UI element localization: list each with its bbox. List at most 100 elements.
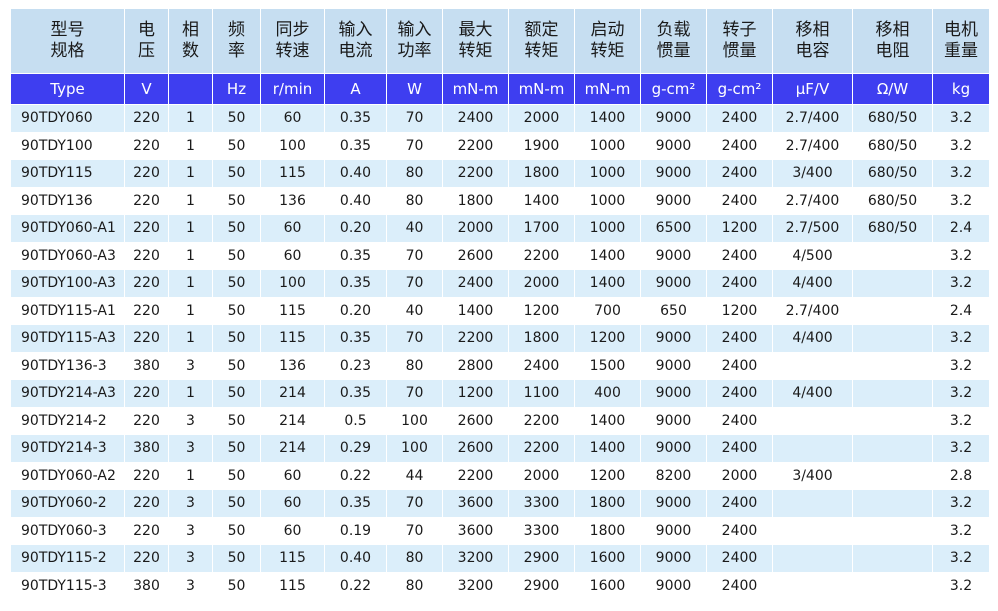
table-cell <box>852 406 933 435</box>
table-row: 90TDY060-2 220 3 50 60 0.35 70 3600 3300 1800 9000… <box>10 489 990 518</box>
table-cell: 2200 <box>508 241 575 270</box>
table-cell: 2000 <box>508 104 575 133</box>
table-cell: 3.2 <box>932 269 990 298</box>
table-row: 90TDY115-A1 220 1 50 115 0.20 40 1400 1200 700 650… <box>10 296 990 325</box>
model-cell: 90TDY214-3 <box>10 434 125 463</box>
table-cell: 1200 <box>574 324 641 353</box>
table-cell: 1600 <box>574 571 641 600</box>
table-cell: 4/500 <box>772 241 853 270</box>
table-cell: 2400 <box>706 324 773 353</box>
table-cell: 214 <box>260 379 325 408</box>
table-cell: 2400 <box>706 489 773 518</box>
table-cell: 214 <box>260 406 325 435</box>
table-cell: 220 <box>124 296 169 325</box>
table-cell: 100 <box>260 131 325 160</box>
table-row: 90TDY136 220 1 50 136 0.40 80 1800 1400 1000 9000 2… <box>10 186 990 215</box>
table-cell <box>772 489 853 518</box>
table-row: 90TDY214-A3 220 1 50 214 0.35 70 1200 1100 400 900… <box>10 379 990 408</box>
table-cell: 2400 <box>706 544 773 573</box>
table-cell: 2400 <box>442 269 509 298</box>
table-cell: 0.40 <box>324 544 387 573</box>
table-cell: 680/50 <box>852 159 933 188</box>
table-cell: 115 <box>260 159 325 188</box>
table-cell: 3.2 <box>932 241 990 270</box>
column-header-unit <box>168 73 213 105</box>
table-cell: 0.40 <box>324 159 387 188</box>
table-cell: 2200 <box>442 159 509 188</box>
table-cell: 80 <box>386 544 443 573</box>
table-cell: 3 <box>168 351 213 380</box>
table-cell: 70 <box>386 241 443 270</box>
table-cell <box>772 571 853 600</box>
column-header-cn: 输入 电流 <box>324 8 387 74</box>
table-cell: 1400 <box>574 104 641 133</box>
table-cell: 3200 <box>442 544 509 573</box>
table-cell: 220 <box>124 516 169 545</box>
table-cell: 0.35 <box>324 324 387 353</box>
table-cell <box>772 406 853 435</box>
table-cell: 0.35 <box>324 241 387 270</box>
table-cell: 70 <box>386 131 443 160</box>
table-cell: 60 <box>260 241 325 270</box>
table-cell: 50 <box>212 269 261 298</box>
table-cell: 1 <box>168 131 213 160</box>
table-cell: 220 <box>124 269 169 298</box>
table-cell: 50 <box>212 159 261 188</box>
table-cell: 2600 <box>442 434 509 463</box>
table-cell: 50 <box>212 214 261 243</box>
table-cell: 2.7/400 <box>772 104 853 133</box>
table-cell: 0.35 <box>324 269 387 298</box>
table-cell: 1800 <box>574 516 641 545</box>
table-cell: 9000 <box>640 159 707 188</box>
table-cell: 2400 <box>706 241 773 270</box>
table-cell: 80 <box>386 159 443 188</box>
column-header-unit: mN-m <box>508 73 575 105</box>
table-cell: 6500 <box>640 214 707 243</box>
table-cell: 0.19 <box>324 516 387 545</box>
model-cell: 90TDY115-2 <box>10 544 125 573</box>
table-row: 90TDY060-3 220 3 50 60 0.19 70 3600 3300 1800 9000… <box>10 516 990 545</box>
table-cell: 220 <box>124 489 169 518</box>
table-cell: 70 <box>386 489 443 518</box>
model-cell: 90TDY100 <box>10 131 125 160</box>
table-cell: 70 <box>386 516 443 545</box>
table-cell: 1 <box>168 296 213 325</box>
table-cell: 1 <box>168 461 213 490</box>
table-row: 90TDY060-A3 220 1 50 60 0.35 70 2600 2200 1400 900… <box>10 241 990 270</box>
table-cell: 2.7/400 <box>772 131 853 160</box>
table-cell: 50 <box>212 406 261 435</box>
table-cell: 9000 <box>640 351 707 380</box>
model-cell: 90TDY060-2 <box>10 489 125 518</box>
table-cell: 3.2 <box>932 406 990 435</box>
table-cell: 9000 <box>640 571 707 600</box>
table-cell <box>852 461 933 490</box>
table-cell: 3 <box>168 544 213 573</box>
table-cell: 0.40 <box>324 186 387 215</box>
table-cell: 1 <box>168 186 213 215</box>
table-cell: 1 <box>168 159 213 188</box>
column-header-cn: 同步 转速 <box>260 8 325 74</box>
table-cell: 70 <box>386 104 443 133</box>
table-cell <box>772 434 853 463</box>
table-cell: 136 <box>260 351 325 380</box>
table-cell: 220 <box>124 104 169 133</box>
table-cell: 220 <box>124 544 169 573</box>
table-cell: 60 <box>260 461 325 490</box>
table-cell <box>852 324 933 353</box>
table-cell: 44 <box>386 461 443 490</box>
table-cell: 1400 <box>508 186 575 215</box>
table-row: 90TDY060-A2 220 1 50 60 0.22 44 2200 2000 1200 820… <box>10 461 990 490</box>
table-body: 90TDY060 220 1 50 60 0.35 70 2400 2000 1400 9000 24… <box>10 104 990 600</box>
table-cell: 2200 <box>508 406 575 435</box>
table-row: 90TDY060 220 1 50 60 0.35 70 2400 2000 1400 9000 24… <box>10 104 990 133</box>
column-header-unit: mN-m <box>442 73 509 105</box>
table-cell: 0.35 <box>324 489 387 518</box>
table-cell: 3.2 <box>932 489 990 518</box>
table-cell: 2900 <box>508 544 575 573</box>
table-cell: 3.2 <box>932 131 990 160</box>
table-cell: 2.8 <box>932 461 990 490</box>
table-cell: 1200 <box>706 214 773 243</box>
table-cell: 9000 <box>640 324 707 353</box>
table-cell <box>852 296 933 325</box>
column-header-cn: 频 率 <box>212 8 261 74</box>
